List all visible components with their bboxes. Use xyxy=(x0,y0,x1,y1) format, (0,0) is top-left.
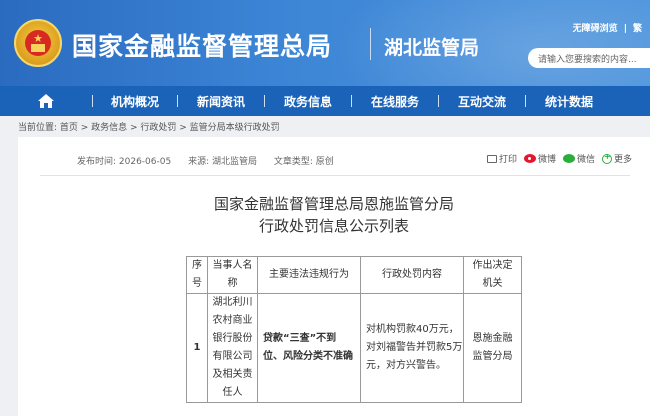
nav-item-about[interactable]: 机构概况 xyxy=(93,86,177,116)
article-meta: 发布时间: 2026-06-05 来源: 湖北监管局 文章类型: 原创 xyxy=(77,154,348,167)
meta-divider xyxy=(40,175,630,176)
weibo-share-button[interactable]: 微博 xyxy=(523,152,556,165)
article-title-line-2: 行政处罚信息公示列表 xyxy=(258,217,409,235)
wechat-icon xyxy=(562,154,575,163)
more-label: 更多 xyxy=(613,155,632,165)
nav-item-gov-info[interactable]: 政务信息 xyxy=(265,86,351,116)
weibo-icon xyxy=(523,154,536,163)
header-party: 当事人名 称 xyxy=(207,256,258,294)
cell-violation: 贷款“三查”不到 位、风险分类不准确 xyxy=(257,293,361,403)
header-penalty: 行政处罚内容 xyxy=(360,256,464,294)
more-icon xyxy=(601,152,612,164)
print-label: 打印 xyxy=(498,155,517,165)
article-panel: 发布时间: 2026-06-05 来源: 湖北监管局 文章类型: 原创 打印 微… xyxy=(18,137,650,416)
main-nav: 机构概况 新闻资讯 政务信息 在线服务 互动交流 统计数据 xyxy=(0,86,650,116)
traditional-chinese-link[interactable]: 繁 xyxy=(633,24,642,34)
search-input[interactable]: 请输入您要搜索的内容... xyxy=(528,48,650,68)
site-header: ★ 国家金融监督管理总局 湖北监管局 无障碍浏览 | 繁 请输入您要搜索的内容... xyxy=(0,0,650,86)
header-violation: 主要违法违规行为 xyxy=(257,256,361,294)
top-links: 无障碍浏览 | 繁 xyxy=(573,21,642,34)
penalty-table: 序 号 当事人名 称 主要违法违规行为 行政处罚内容 作出决定 机关 1 湖北利… xyxy=(186,256,522,403)
site-subtitle[interactable]: 湖北监管局 xyxy=(384,33,479,60)
weibo-label: 微博 xyxy=(537,155,556,165)
wechat-share-button[interactable]: 微信 xyxy=(562,152,595,165)
wechat-label: 微信 xyxy=(576,155,595,165)
header-authority: 作出决定 机关 xyxy=(463,256,522,294)
site-title[interactable]: 国家金融监督管理总局 xyxy=(72,27,332,63)
article-type: 文章类型: 原创 xyxy=(273,157,334,167)
cell-party: 湖北利川 农村商业 银行股份 有限公司 及相关责 任人 xyxy=(207,293,258,403)
nav-item-statistics[interactable]: 统计数据 xyxy=(526,86,612,116)
print-icon xyxy=(486,154,497,163)
article-source: 来源: 湖北监管局 xyxy=(188,157,257,167)
article-title-line-1: 国家金融监督管理总局恩施监管分局 xyxy=(213,195,454,213)
publish-time: 发布时间: 2026-06-05 xyxy=(77,157,172,167)
table-row: 1 湖北利川 农村商业 银行股份 有限公司 及相关责 任人 贷款“三查”不到 位… xyxy=(186,293,522,403)
nav-item-interaction[interactable]: 互动交流 xyxy=(439,86,525,116)
nav-item-news[interactable]: 新闻资讯 xyxy=(178,86,264,116)
top-links-separator: | xyxy=(623,24,627,34)
accessibility-link[interactable]: 无障碍浏览 xyxy=(573,24,618,34)
table-header-row: 序 号 当事人名 称 主要违法违规行为 行政处罚内容 作出决定 机关 xyxy=(186,256,522,294)
cell-penalty: 对机构罚款40万元， 对刘福警告并罚款5万 元，对方兴警告。 xyxy=(360,293,464,403)
title-divider xyxy=(370,28,371,60)
more-share-button[interactable]: 更多 xyxy=(601,152,632,165)
cell-authority: 恩施金融 监管分局 xyxy=(463,293,522,403)
nav-item-online-service[interactable]: 在线服务 xyxy=(352,86,438,116)
nav-home[interactable] xyxy=(0,86,92,116)
breadcrumb[interactable]: 当前位置: 首页 > 政务信息 > 行政处罚 > 监管分局本级行政处罚 xyxy=(18,120,280,133)
header-decoration xyxy=(330,0,650,86)
header-seq: 序 号 xyxy=(186,256,208,294)
home-icon xyxy=(38,94,54,108)
print-button[interactable]: 打印 xyxy=(486,152,517,165)
national-emblem-icon: ★ xyxy=(14,19,62,67)
cell-seq: 1 xyxy=(186,293,208,403)
share-bar: 打印 微博 微信 更多 xyxy=(480,152,632,165)
